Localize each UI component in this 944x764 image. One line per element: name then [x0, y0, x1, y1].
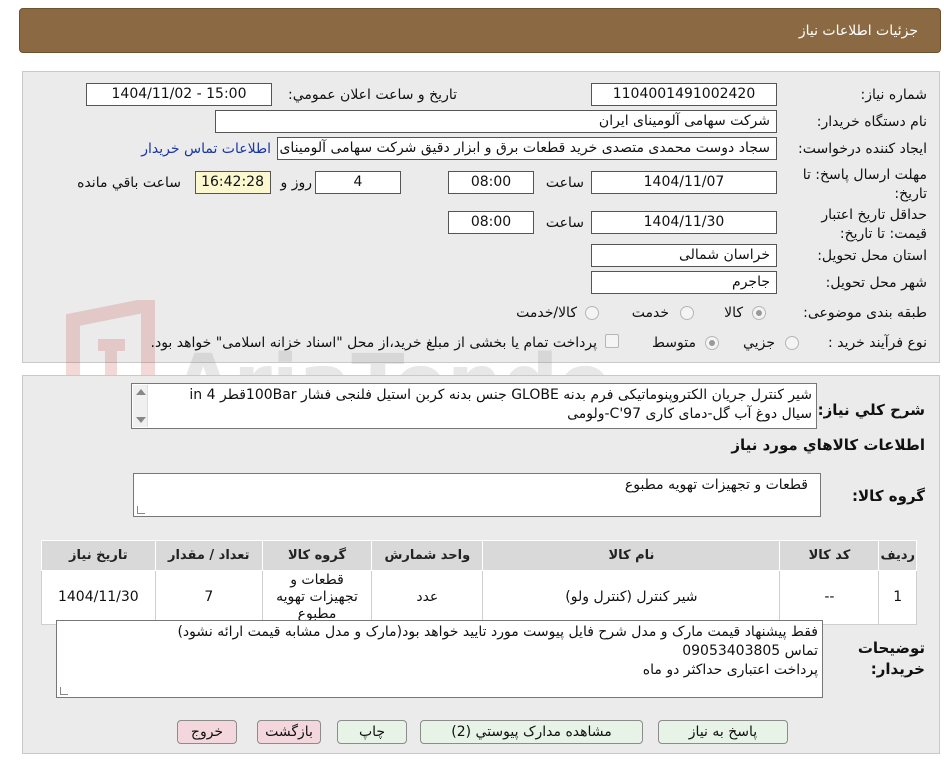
- validity-time-field: 08:00: [448, 211, 534, 234]
- goods-group-label: گروه کالا:: [852, 487, 925, 505]
- process-label: نوع فرآیند خرید :: [828, 335, 927, 351]
- cell-date: 1404/11/30: [41, 570, 156, 625]
- treasury-checkbox[interactable]: [605, 334, 619, 348]
- summary-label: شرح كلي نياز:: [817, 401, 925, 419]
- goods-group-value: قطعات و تجهیزات تهویه مطبوع: [624, 477, 808, 493]
- summary-scrollbar[interactable]: [133, 385, 148, 427]
- days-label: روز و: [280, 175, 313, 191]
- col-name: نام کالا: [482, 540, 781, 571]
- goods-table-header: ردیف کد کالا نام کالا واحد شمارش گروه کا…: [41, 540, 917, 571]
- goods-group-textarea[interactable]: قطعات و تجهیزات تهویه مطبوع: [133, 473, 821, 517]
- need-number-field: 1104001491002420: [591, 83, 777, 106]
- deadline-label: مهلت ارسال پاسخ: تا تاریخ:: [802, 167, 927, 202]
- scroll-up-icon[interactable]: [136, 389, 146, 395]
- buyer-notes-line-1: فقط پیشنهاد قیمت مارک و مدل شرح فایل پیو…: [177, 624, 818, 640]
- city-field: جاجرم: [591, 271, 777, 294]
- buyer-org-label: نام دستگاه خریدار:: [816, 114, 927, 130]
- back-button[interactable]: بازگشت: [257, 720, 321, 744]
- buyer-org-field: شرکت سهامی آلومینای ایران: [215, 110, 777, 133]
- summary-line-1: شیر کنترل جریان الکتروپنوماتیکی فرم بدنه…: [189, 387, 812, 403]
- resize-handle-icon[interactable]: [60, 687, 68, 695]
- city-label: شهر محل تحویل:: [825, 275, 927, 291]
- view-attachments-button[interactable]: مشاهده مدارک پیوستي (2): [420, 720, 643, 744]
- category-radio-both[interactable]: [585, 306, 599, 320]
- category-label: طبقه بندی موضوعی:: [803, 305, 927, 321]
- cell-group: قطعات و تجهیزات تهویه مطبوع: [261, 570, 373, 625]
- scroll-down-icon[interactable]: [136, 417, 146, 423]
- process-option-minor: جزیي: [743, 335, 775, 351]
- days-field: 4: [315, 171, 401, 194]
- page-title: جزئیات اطلاعات نیاز: [798, 23, 918, 39]
- validity-date-field: 1404/11/30: [591, 211, 777, 234]
- col-unit: واحد شمارش: [371, 540, 484, 571]
- table-row: 1 -- شیر کنترل (کنترل ولو) عدد قطعات و ت…: [41, 570, 917, 625]
- page-title-bar: جزئیات اطلاعات نیاز: [19, 8, 941, 53]
- col-date: تاریخ نیاز: [41, 540, 156, 571]
- cell-qty: 7: [154, 570, 263, 625]
- need-info-panel: AriaTender.neT شماره نیاز: 1104001491002…: [22, 71, 940, 440]
- cell-name: شیر کنترل (کنترل ولو): [482, 570, 781, 625]
- buyer-contact-link[interactable]: اطلاعات تماس خریدار: [141, 141, 271, 157]
- summary-line-2: سیال دوغ آب گل-دمای کاری C'97-ولومی: [567, 406, 812, 422]
- deadline-date-field: 1404/11/07: [591, 171, 777, 194]
- deadline-time-field: 08:00: [448, 171, 534, 194]
- category-radio-goods[interactable]: [752, 306, 766, 320]
- resize-handle-icon[interactable]: [137, 506, 145, 514]
- exit-button[interactable]: خروج: [177, 720, 237, 744]
- category-option-service: خدمت: [631, 305, 669, 321]
- category-radio-service[interactable]: [680, 306, 694, 320]
- category-option-goods: کالا: [724, 305, 743, 321]
- print-button[interactable]: چاپ: [337, 720, 407, 744]
- payment-note: پرداخت تمام یا بخشی از مبلغ خرید،از محل …: [150, 335, 597, 351]
- requester-label: ایجاد کننده درخواست:: [798, 141, 927, 157]
- process-radio-minor[interactable]: [785, 336, 799, 350]
- buyer-notes-line-2: تماس 09053403805: [682, 643, 818, 659]
- deadline-time-label: ساعت: [545, 175, 584, 191]
- need-number-label: شماره نیاز:: [860, 87, 928, 103]
- remaining-time-label: ساعت باقي مانده: [77, 175, 181, 191]
- cell-row: 1: [878, 570, 917, 625]
- col-group: گروه کالا: [261, 540, 373, 571]
- remaining-time-field: 16:42:28: [195, 171, 271, 194]
- col-code: کد کالا: [779, 540, 880, 571]
- col-row: ردیف: [878, 540, 917, 571]
- reply-button[interactable]: پاسخ به نیاز: [658, 720, 788, 744]
- announce-label: تاریخ و ساعت اعلان عمومي:: [288, 87, 457, 103]
- process-radio-medium[interactable]: [705, 336, 719, 350]
- summary-textarea[interactable]: شیر کنترل جریان الکتروپنوماتیکی فرم بدنه…: [131, 383, 817, 429]
- category-option-both: کالا/خدمت: [516, 305, 577, 321]
- province-field: خراسان شمالی: [591, 244, 777, 267]
- cell-unit: عدد: [371, 570, 484, 625]
- validity-time-label: ساعت: [545, 215, 584, 231]
- validity-label: حداقل تاریخ اعتبار قیمت: تا تاریخ:: [821, 207, 927, 242]
- requester-field: سجاد دوست محمدی متصدی خرید قطعات برق و ا…: [277, 137, 777, 160]
- buyer-notes-label: توضیحات خریدار:: [857, 639, 925, 678]
- announce-field: 1404/11/02 - 15:00: [86, 83, 272, 106]
- buyer-notes-textarea[interactable]: فقط پیشنهاد قیمت مارک و مدل شرح فایل پیو…: [56, 620, 823, 698]
- goods-table: ردیف کد کالا نام کالا واحد شمارش گروه کا…: [41, 540, 917, 625]
- province-label: استان محل تحویل:: [817, 248, 927, 264]
- process-option-medium: متوسط: [652, 335, 696, 351]
- buyer-notes-line-3: پرداخت اعتباری حداکثر دو ماه: [642, 662, 818, 678]
- need-details-panel: شرح كلي نياز: شیر کنترل جریان الکتروپنوم…: [22, 375, 940, 754]
- col-qty: تعداد / مقدار: [154, 540, 263, 571]
- goods-info-title: اطلاعات كالاهاي مورد نياز: [731, 436, 925, 454]
- cell-code: --: [779, 570, 880, 625]
